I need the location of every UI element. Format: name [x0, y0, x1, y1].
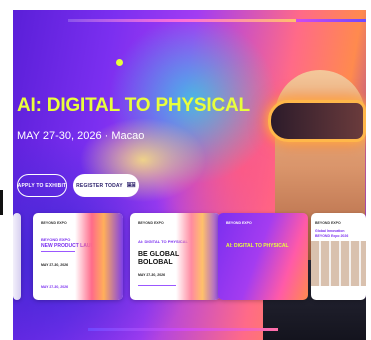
hero-banner: AI: DIGITAL TO PHYSICAL MAY 27-30, 2026 … — [13, 10, 366, 340]
card-foot: MAY 27-30, 2026 — [41, 285, 69, 289]
carousel-card-global-innovation[interactable]: BEYOND EXPO Global Innovation BEYOND Exp… — [311, 213, 366, 300]
hero-dateline: MAY 27-30, 2026 · Macao — [17, 130, 145, 142]
card-divider — [41, 251, 75, 252]
card-tag: BEYOND EXPO — [138, 221, 164, 225]
vr-visor-icon — [268, 100, 366, 142]
carousel-card-partial[interactable] — [13, 213, 21, 300]
card-title-line2: BEYOND Expo 2026 — [315, 234, 349, 238]
carousel-card-be-global[interactable]: BEYOND EXPO AI: DIGITAL TO PHYSICAL BE G… — [130, 213, 220, 300]
top-progress-bar — [68, 19, 298, 22]
card-title-line1: AI: DIGITAL TO PHYSICAL — [226, 243, 289, 249]
register-button-label: REGISTER TODAY — [76, 182, 123, 189]
card-title-line1: Global Innovation — [315, 229, 345, 233]
card-tag: BEYOND EXPO — [41, 221, 67, 225]
card-date: MAY 27-30, 2026 — [138, 273, 166, 277]
card-tag: BEYOND EXPO — [315, 221, 341, 225]
accent-dot — [116, 59, 123, 66]
register-today-button[interactable]: REGISTER TODAY 🎫︎ — [73, 174, 139, 197]
card-image — [176, 213, 220, 300]
card-date: MAY 27-30, 2026 — [41, 263, 69, 267]
carousel-card-digital-physical[interactable]: BEYOND EXPO AI: DIGITAL TO PHYSICAL — [218, 213, 308, 300]
card-title-line1: BEYOND EXPO — [41, 237, 71, 242]
ticket-icon: 🎫︎ — [126, 182, 136, 189]
top-progress-bar-end — [296, 19, 366, 22]
carousel-progress-bar — [88, 328, 278, 331]
left-edge-mark — [0, 190, 3, 215]
card-title-line2: BE GLOBAL — [138, 251, 180, 258]
hero-headline: AI: DIGITAL TO PHYSICAL — [17, 95, 250, 116]
card-image — [75, 213, 123, 300]
event-card-carousel[interactable]: BEYOND EXPO BEYOND EXPO NEW PRODUCT LAUN… — [13, 213, 366, 303]
card-title-line3: BOLOBAL — [138, 259, 173, 266]
card-divider — [138, 285, 176, 286]
speakers-grid-image — [311, 241, 366, 286]
carousel-card-product-launch[interactable]: BEYOND EXPO BEYOND EXPO NEW PRODUCT LAUN… — [33, 213, 123, 300]
apply-button-label: APPLY TO EXHIBIT — [17, 182, 67, 189]
card-tag: BEYOND EXPO — [226, 221, 252, 225]
right-edge — [366, 10, 371, 340]
apply-to-exhibit-button[interactable]: APPLY TO EXHIBIT — [17, 174, 67, 197]
